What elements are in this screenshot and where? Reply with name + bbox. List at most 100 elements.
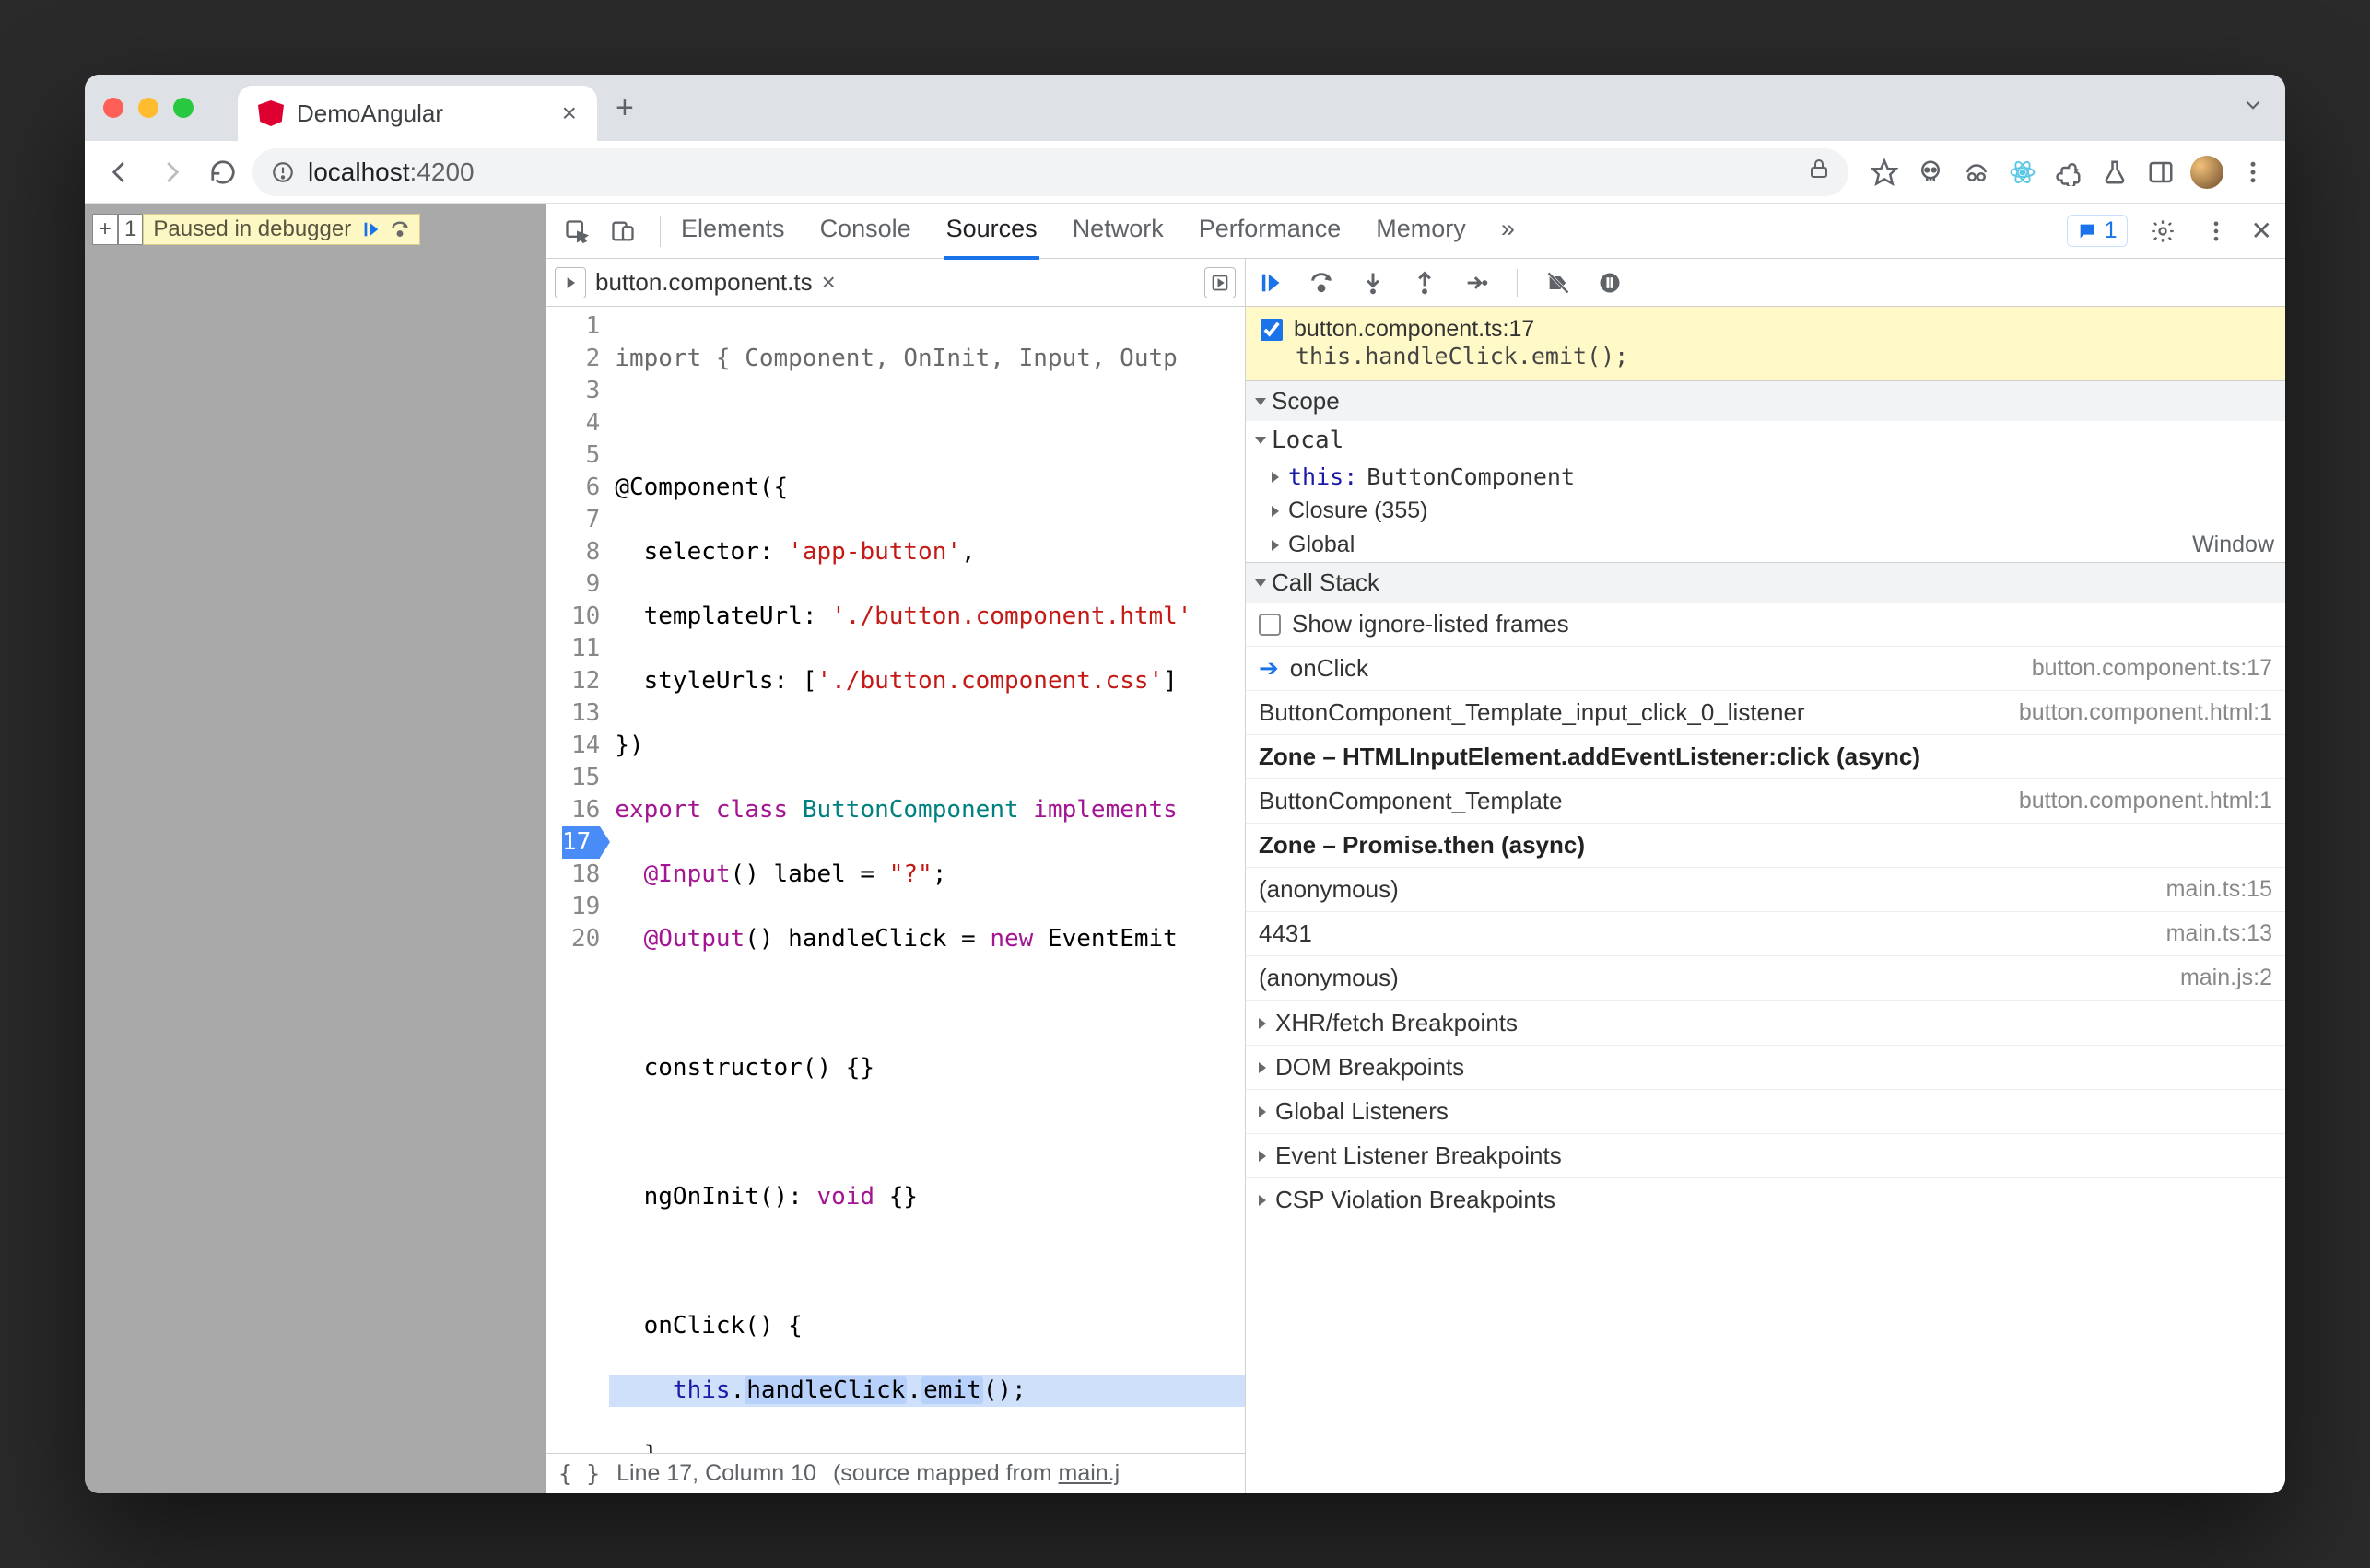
devtools-panel: Elements Console Sources Network Perform…	[546, 204, 2285, 1493]
frame-name: (anonymous)	[1259, 875, 1399, 904]
source-map-note: (source mapped from main.j	[833, 1460, 1120, 1487]
tab-console[interactable]: Console	[818, 202, 913, 260]
callstack-frame[interactable]: ButtonComponent_Template_input_click_0_l…	[1246, 690, 2285, 734]
current-frame-icon: ➔	[1259, 654, 1279, 683]
breakpoint-checkbox[interactable]	[1261, 319, 1283, 341]
window-controls	[103, 98, 238, 118]
tab-overflow-button[interactable]	[2241, 93, 2285, 123]
pause-on-exceptions-button[interactable]	[1597, 270, 1623, 296]
tab-performance[interactable]: Performance	[1197, 202, 1343, 260]
tab-elements[interactable]: Elements	[679, 202, 787, 260]
scope-this-row[interactable]: this: ButtonComponent	[1246, 460, 2285, 494]
pretty-print-button[interactable]: { }	[558, 1460, 600, 1487]
scope-closure-row[interactable]: Closure (355)	[1246, 494, 2285, 528]
page-viewport: + 1 Paused in debugger	[85, 204, 546, 1493]
step-out-button[interactable]	[1412, 270, 1437, 296]
callstack-section: Call Stack Show ignore-listed frames ➔ on…	[1246, 563, 2285, 1000]
tab-network[interactable]: Network	[1071, 202, 1166, 260]
line-gutter[interactable]: 12345 678910 1112131415 1617181920	[546, 307, 609, 1453]
extensions-button[interactable]	[2049, 150, 2088, 194]
close-window-button[interactable]	[103, 98, 123, 118]
zoom-window-button[interactable]	[173, 98, 194, 118]
frame-location: main.ts:15	[2166, 876, 2272, 903]
frame-name: onClick	[1290, 654, 1368, 683]
snippets-toggle-button[interactable]	[1204, 267, 1236, 298]
browser-window: DemoAngular × + localhost:4200	[85, 75, 2285, 1493]
ext-incognito-icon[interactable]	[1957, 150, 1996, 194]
back-button[interactable]	[98, 150, 142, 194]
bookmark-button[interactable]	[1865, 150, 1904, 194]
callstack-frame[interactable]: 4431main.ts:13	[1246, 911, 2285, 955]
frame-location: button.component.html:1	[2019, 699, 2272, 726]
callstack-frame[interactable]: Zone – HTMLInputElement.addEventListener…	[1246, 734, 2285, 778]
devtools-menu-button[interactable]	[2198, 213, 2235, 250]
profile-avatar[interactable]	[2188, 150, 2226, 194]
callstack-frame[interactable]: ButtonComponent_Templatebutton.component…	[1246, 778, 2285, 823]
file-tab-close-button[interactable]: ×	[822, 268, 836, 297]
callstack-frame[interactable]: (anonymous)main.js:2	[1246, 955, 2285, 1000]
device-toolbar-button[interactable]	[604, 213, 641, 250]
step-button[interactable]	[1463, 270, 1489, 296]
debugger-sidebar: button.component.ts:17 this.handleClick.…	[1246, 259, 2285, 1493]
forward-button[interactable]	[149, 150, 194, 194]
tab-sources[interactable]: Sources	[944, 202, 1039, 260]
editor-status-bar: { } Line 17, Column 10 (source mapped fr…	[546, 1453, 1245, 1493]
paused-arrow-box[interactable]: +	[92, 214, 118, 245]
url-port: :4200	[410, 158, 475, 186]
issues-button[interactable]: 1	[2067, 215, 2128, 247]
callstack-frame[interactable]: ➔onClickbutton.component.ts:17	[1246, 646, 2285, 690]
step-over-button[interactable]	[1308, 270, 1334, 296]
callstack-frame[interactable]: Zone – Promise.then (async)	[1246, 823, 2285, 867]
show-ignored-row[interactable]: Show ignore-listed frames	[1246, 603, 2285, 646]
csp-breakpoints-header[interactable]: CSP Violation Breakpoints	[1246, 1177, 2285, 1222]
browser-tab[interactable]: DemoAngular ×	[238, 86, 597, 141]
file-tab[interactable]: button.component.ts ×	[595, 268, 836, 297]
share-icon[interactable]	[1808, 158, 1830, 187]
frame-name: ButtonComponent_Template_input_click_0_l…	[1259, 698, 1805, 727]
global-listeners-header[interactable]: Global Listeners	[1246, 1089, 2285, 1133]
scope-local-header[interactable]: Local	[1246, 421, 2285, 460]
file-tab-bar: button.component.ts ×	[546, 259, 1245, 307]
callstack-frame[interactable]: (anonymous) main.ts:15	[1246, 867, 2285, 911]
navigator-toggle-button[interactable]	[555, 267, 586, 298]
scope-global-row[interactable]: GlobalWindow	[1246, 528, 2285, 562]
tab-memory[interactable]: Memory	[1374, 202, 1468, 260]
toolbar-actions	[1856, 150, 2272, 194]
code-area[interactable]: 12345 678910 1112131415 1617181920 impor…	[546, 307, 1245, 1453]
dom-breakpoints-header[interactable]: DOM Breakpoints	[1246, 1045, 2285, 1089]
inspect-element-button[interactable]	[558, 213, 595, 250]
code-lines[interactable]: import { Component, OnInit, Input, Outp …	[609, 307, 1245, 1453]
address-bar[interactable]: localhost:4200	[252, 148, 1848, 196]
ext-skull-icon[interactable]	[1911, 150, 1950, 194]
settings-button[interactable]	[2144, 213, 2181, 250]
chrome-menu-button[interactable]	[2234, 150, 2272, 194]
show-ignored-checkbox[interactable]	[1259, 614, 1281, 636]
close-tab-button[interactable]: ×	[562, 99, 577, 128]
breakpoint-location[interactable]: button.component.ts:17	[1294, 316, 1534, 343]
content-area: + 1 Paused in debugger Elements Console …	[85, 204, 2285, 1493]
tab-more[interactable]: »	[1499, 202, 1517, 260]
xhr-breakpoints-header[interactable]: XHR/fetch Breakpoints	[1246, 1000, 2285, 1045]
overlay-step-button[interactable]	[390, 219, 410, 240]
step-into-button[interactable]	[1360, 270, 1386, 296]
overlay-resume-button[interactable]	[360, 219, 381, 240]
new-tab-button[interactable]: +	[597, 90, 634, 126]
tab-title: DemoAngular	[297, 99, 443, 128]
scope-header[interactable]: Scope	[1246, 381, 2285, 421]
issues-count: 1	[2105, 217, 2118, 244]
event-listener-breakpoints-header[interactable]: Event Listener Breakpoints	[1246, 1133, 2285, 1177]
frame-location: main.ts:13	[2166, 920, 2272, 947]
ext-panel-icon[interactable]	[2141, 150, 2180, 194]
paused-badge: Paused in debugger	[143, 214, 420, 245]
reload-button[interactable]	[201, 150, 245, 194]
frame-name: Zone – Promise.then (async)	[1259, 831, 1585, 860]
minimize-window-button[interactable]	[138, 98, 158, 118]
ext-react-icon[interactable]	[2003, 150, 2042, 194]
devtools-close-button[interactable]: ✕	[2251, 216, 2272, 246]
deactivate-breakpoints-button[interactable]	[1545, 270, 1571, 296]
source-map-link[interactable]: main.j	[1059, 1460, 1120, 1486]
resume-button[interactable]	[1257, 270, 1283, 296]
browser-toolbar: localhost:4200	[85, 141, 2285, 204]
ext-labs-icon[interactable]	[2095, 150, 2134, 194]
callstack-header[interactable]: Call Stack	[1246, 563, 2285, 603]
